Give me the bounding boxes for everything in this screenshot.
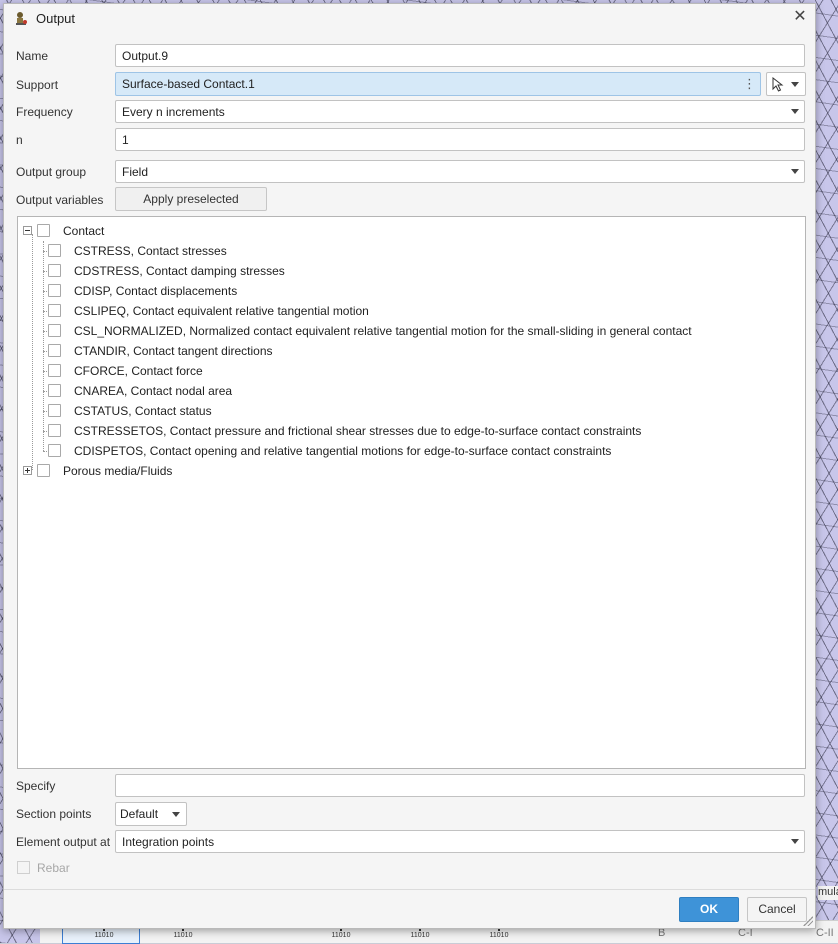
background-label: mula — [818, 886, 838, 900]
element-output-value: Integration points — [122, 835, 215, 849]
collapse-icon[interactable] — [23, 226, 32, 235]
name-value: Output.9 — [122, 49, 169, 63]
checkbox[interactable] — [48, 444, 61, 457]
checkbox[interactable] — [48, 404, 61, 417]
checkbox[interactable] — [48, 424, 61, 437]
support-value: Surface-based Contact.1 — [122, 77, 255, 91]
n-field[interactable]: 1 — [115, 128, 805, 151]
support-field[interactable]: Surface-based Contact.1 ⋮ — [115, 72, 761, 96]
cancel-button[interactable]: Cancel — [747, 897, 807, 922]
element-output-label: Element output at — [16, 835, 111, 849]
chevron-down-icon — [791, 169, 799, 174]
specify-field[interactable] — [115, 774, 805, 797]
tree-item[interactable]: CDSTRESS, Contact damping stresses — [18, 261, 798, 281]
tree-item[interactable]: CDISPETOS, Contact opening and relative … — [18, 441, 798, 461]
section-points-label: Section points — [16, 807, 92, 821]
dialog-titlebar[interactable]: Output ✕ — [4, 4, 815, 32]
close-icon[interactable]: ✕ — [791, 8, 809, 26]
checkbox[interactable] — [48, 364, 61, 377]
support-label: Support — [16, 78, 59, 92]
tree-item-label: CSTRESS, Contact stresses — [74, 244, 227, 258]
checkbox[interactable] — [48, 244, 61, 257]
checkbox[interactable] — [48, 344, 61, 357]
n-label: n — [16, 133, 23, 147]
output-group-value: Field — [122, 165, 149, 179]
toolbar-label-cii: C-II — [816, 927, 834, 939]
footer-divider — [4, 889, 815, 890]
n-value: 1 — [122, 133, 129, 147]
chevron-down-icon — [172, 812, 180, 817]
element-output-dropdown[interactable]: Integration points — [115, 830, 805, 853]
ok-button[interactable]: OK — [679, 897, 739, 922]
tree-item[interactable]: CSTRESSETOS, Contact pressure and fricti… — [18, 421, 798, 441]
more-options-icon[interactable]: ⋮ — [743, 76, 756, 91]
tree-item[interactable]: CNAREA, Contact nodal area — [18, 381, 798, 401]
tree-group-porous-media[interactable]: Porous media/Fluids — [18, 461, 798, 481]
tree-group-contact[interactable]: Contact — [18, 221, 798, 241]
output-group-dropdown[interactable]: Field — [115, 160, 805, 183]
cursor-arrow-icon — [772, 77, 784, 92]
dialog-title: Output — [36, 11, 76, 26]
tree-item-label: CTANDIR, Contact tangent directions — [74, 344, 273, 358]
tree-item-label: CNAREA, Contact nodal area — [74, 384, 233, 398]
output-group-label: Output group — [16, 165, 87, 179]
checkbox[interactable] — [48, 384, 61, 397]
checkbox[interactable] — [48, 284, 61, 297]
tree-item-label: CSTRESSETOS, Contact pressure and fricti… — [74, 424, 642, 438]
tree-item-label: CSTATUS, Contact status — [74, 404, 212, 418]
resize-grip[interactable] — [803, 916, 813, 926]
checkbox[interactable] — [48, 264, 61, 277]
name-label: Name — [16, 49, 49, 63]
tree-item-label: CDSTRESS, Contact damping stresses — [74, 264, 285, 278]
frequency-value: Every n increments — [122, 105, 225, 119]
chevron-down-icon — [791, 839, 799, 844]
output-variables-label: Output variables — [16, 193, 104, 207]
selection-mode-picker[interactable] — [766, 72, 806, 96]
frequency-dropdown[interactable]: Every n increments — [115, 100, 805, 123]
tree-item[interactable]: CTANDIR, Contact tangent directions — [18, 341, 798, 361]
checkbox[interactable] — [48, 304, 61, 317]
tree-item[interactable]: CSLIPEQ, Contact equivalent relative tan… — [18, 301, 798, 321]
tree-item-label: CSLIPEQ, Contact equivalent relative tan… — [74, 304, 369, 318]
tree-item[interactable]: CSL_NORMALIZED, Normalized contact equiv… — [18, 321, 798, 341]
output-wizard-icon — [16, 12, 27, 25]
tree-item-label: CSL_NORMALIZED, Normalized contact equiv… — [74, 324, 692, 338]
chevron-down-icon — [791, 109, 799, 114]
tree-item[interactable]: CSTATUS, Contact status — [18, 401, 798, 421]
tree-group-label: Porous media/Fluids — [63, 464, 173, 478]
apply-defaults-button[interactable]: Apply preselected defaults — [115, 187, 267, 228]
specify-label: Specify — [16, 779, 56, 793]
tree-item-label: CDISPETOS, Contact opening and relative … — [74, 444, 612, 458]
tree-item[interactable]: CDISP, Contact displacements — [18, 281, 798, 301]
section-points-dropdown[interactable]: Default — [115, 802, 187, 826]
output-variables-tree[interactable]: Contact CSTRESS, Contact stresses CDSTRE… — [17, 216, 806, 769]
tree-item-label: CFORCE, Contact force — [74, 364, 203, 378]
checkbox[interactable] — [37, 224, 50, 237]
output-dialog: Output ✕ Name Output.9 Support Surface-b… — [3, 3, 816, 929]
expand-icon[interactable] — [23, 466, 32, 475]
checkbox[interactable] — [48, 324, 61, 337]
tree-group-label: Contact — [63, 224, 105, 238]
rebar-label: Rebar — [37, 861, 70, 875]
rebar-checkbox[interactable] — [17, 861, 30, 874]
section-points-value: Default — [120, 807, 159, 821]
checkbox[interactable] — [37, 464, 50, 477]
chevron-down-icon — [791, 82, 799, 87]
name-field[interactable]: Output.9 — [115, 44, 805, 67]
tree-item[interactable]: CSTRESS, Contact stresses — [18, 241, 798, 261]
frequency-label: Frequency — [16, 105, 73, 119]
tree-item[interactable]: CFORCE, Contact force — [18, 361, 798, 381]
tree-item-label: CDISP, Contact displacements — [74, 284, 238, 298]
